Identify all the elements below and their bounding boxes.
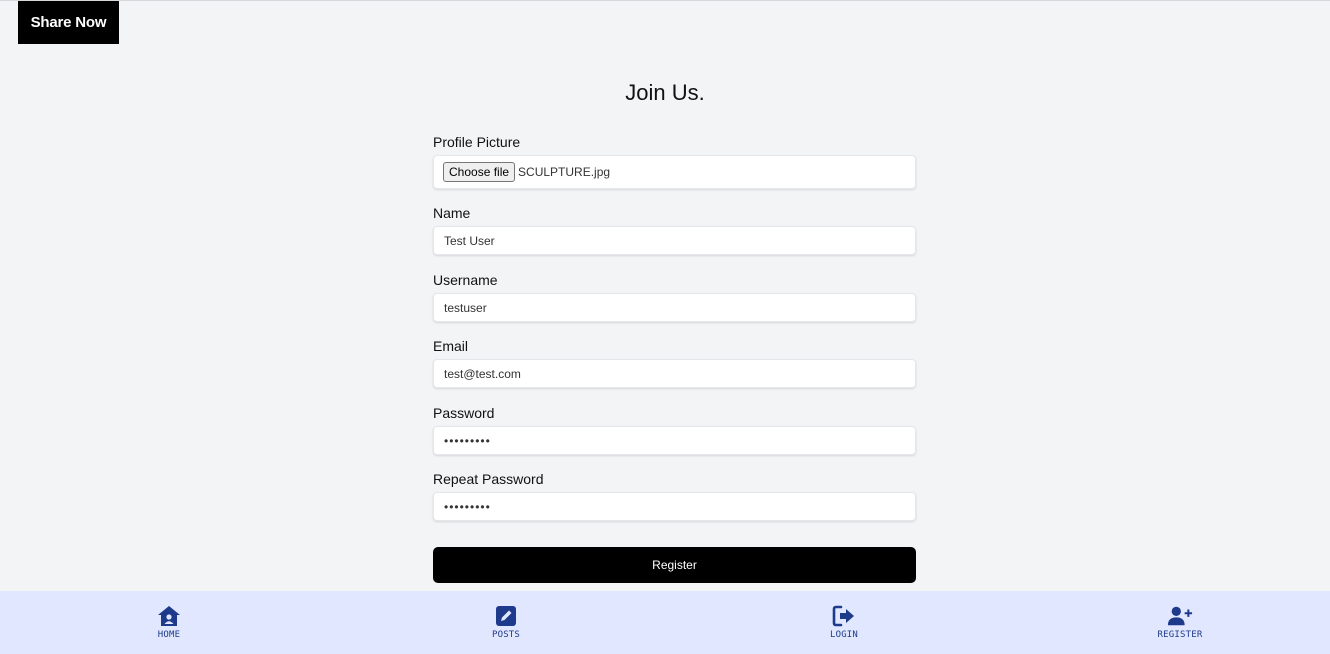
nav-label-register: REGISTER — [1157, 630, 1203, 640]
bottom-nav: HOME POSTS LOGIN REGISTER — [0, 591, 1330, 654]
register-button[interactable]: Register — [433, 547, 916, 583]
password-label: Password — [433, 405, 495, 421]
selected-file-name: SCULPTURE.jpg — [518, 165, 611, 179]
username-label: Username — [433, 272, 498, 288]
page-title: Join Us. — [625, 80, 705, 105]
brand-logo[interactable]: Share Now — [18, 1, 119, 44]
nav-item-home[interactable]: HOME — [109, 591, 229, 654]
name-label: Name — [433, 205, 471, 221]
top-border — [0, 0, 1330, 1]
home-icon — [156, 605, 182, 627]
nav-label-home: HOME — [157, 630, 181, 640]
nav-label-login: LOGIN — [829, 630, 859, 640]
email-field[interactable]: test@test.com — [433, 359, 916, 388]
profile-picture-label: Profile Picture — [433, 134, 521, 150]
nav-item-posts[interactable]: POSTS — [446, 591, 566, 654]
email-group: Email test@test.com — [433, 336, 916, 388]
repeat-password-field[interactable]: ••••••••• — [433, 492, 916, 521]
repeat-password-label: Repeat Password — [433, 471, 544, 487]
profile-picture-group: Profile Picture Choose file SCULPTURE.jp… — [433, 132, 916, 189]
repeat-password-group: Repeat Password ••••••••• — [433, 469, 916, 521]
email-label: Email — [433, 338, 469, 354]
nav-item-register[interactable]: REGISTER — [1120, 591, 1240, 654]
login-icon — [831, 605, 857, 627]
name-field[interactable]: Test User — [433, 226, 916, 255]
nav-item-login[interactable]: LOGIN — [784, 591, 904, 654]
choose-file-button[interactable]: Choose file — [443, 162, 516, 182]
user-plus-icon — [1167, 605, 1193, 627]
name-group: Name Test User — [433, 203, 916, 255]
username-field[interactable]: testuser — [433, 293, 916, 322]
password-field[interactable]: ••••••••• — [433, 426, 916, 455]
username-group: Username testuser — [433, 270, 916, 322]
password-group: Password ••••••••• — [433, 403, 916, 455]
nav-label-posts: POSTS — [491, 630, 521, 640]
edit-icon — [493, 605, 519, 627]
profile-picture-input[interactable]: Choose file SCULPTURE.jpg — [433, 155, 916, 189]
